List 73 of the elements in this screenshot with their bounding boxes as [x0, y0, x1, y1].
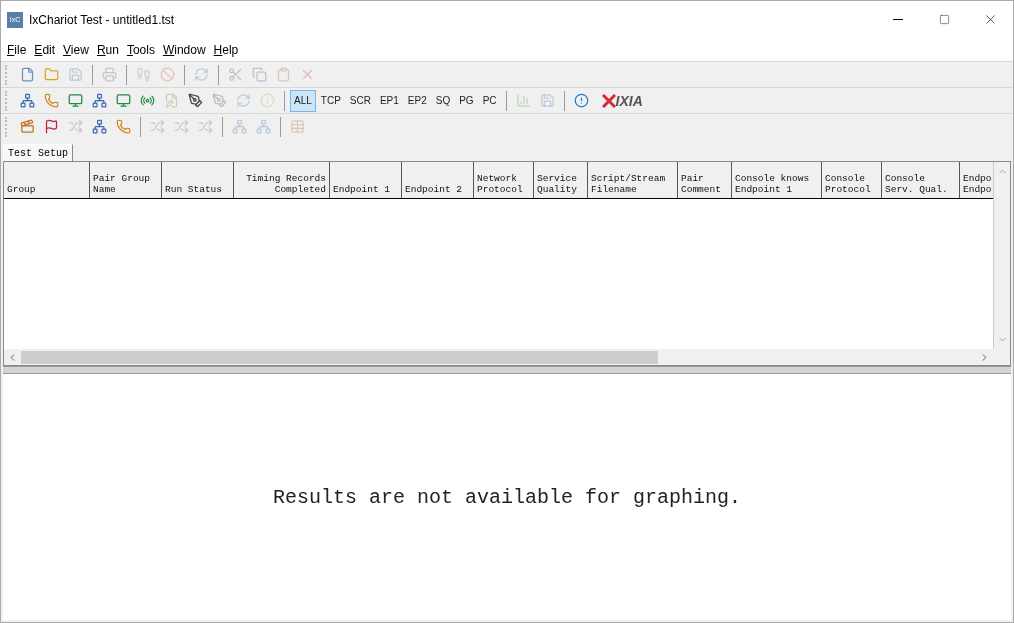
stop-icon: [160, 67, 175, 82]
filter-button[interactable]: EP2: [403, 89, 431, 112]
network-icon: [92, 93, 107, 108]
save-icon: [68, 67, 83, 82]
menu-item[interactable]: File: [3, 40, 31, 59]
phone-icon: [44, 93, 59, 108]
window-title: IxChariot Test - untitled1.tst: [29, 11, 175, 29]
copy-icon: [252, 67, 267, 82]
graph-message: Results are not available for graphing.: [272, 485, 742, 511]
column-header[interactable]: Run Status: [162, 162, 234, 198]
monitor-icon: [68, 93, 83, 108]
network-icon: [256, 119, 271, 134]
logo-text: IXIA: [615, 93, 643, 108]
shuffle-icon: [150, 119, 165, 134]
refresh-icon: [236, 93, 251, 108]
delete-icon: [300, 67, 315, 82]
filter-button[interactable]: TCP: [316, 89, 345, 112]
column-header[interactable]: Pair Group Name: [90, 162, 162, 198]
column-header[interactable]: Script/Stream Filename: [588, 162, 678, 198]
filter-button[interactable]: PC: [478, 89, 501, 112]
column-header[interactable]: Network Protocol: [474, 162, 534, 198]
menu-item[interactable]: Window: [158, 40, 210, 59]
menu-item[interactable]: Tools: [122, 40, 159, 59]
column-header[interactable]: Service Quality: [534, 162, 588, 198]
horizontal-scrollbar[interactable]: [4, 349, 1010, 365]
tab[interactable]: Test Setup: [3, 144, 73, 161]
clapperboard-icon: [20, 119, 35, 134]
filter-button[interactable]: EP1: [375, 89, 403, 112]
column-header[interactable]: Group: [4, 162, 90, 198]
table-icon: [290, 119, 305, 134]
flag-icon: [44, 119, 59, 134]
network-icon: [92, 119, 107, 134]
scroll-thumb[interactable]: [21, 350, 658, 364]
printer-icon: [102, 67, 117, 82]
phone-icon: [116, 119, 131, 134]
menu-item[interactable]: Help: [209, 40, 243, 59]
splitter[interactable]: [3, 366, 1011, 374]
network-icon: [20, 93, 35, 108]
column-header[interactable]: Endpoint 2: [402, 162, 474, 198]
filter-button[interactable]: SCR: [345, 89, 375, 112]
info-icon: [260, 93, 275, 108]
column-header[interactable]: Console knows Endpoint 1: [732, 162, 822, 198]
vertical-scrollbar[interactable]: [993, 162, 1010, 349]
menu-item[interactable]: View: [59, 40, 93, 59]
paste-icon: [276, 67, 291, 82]
column-header[interactable]: Endpo Endpo: [960, 162, 993, 198]
column-header[interactable]: Console Serv. Qual.: [882, 162, 960, 198]
shuffle-icon: [174, 119, 189, 134]
menu-item[interactable]: Run: [92, 40, 123, 59]
filter-button[interactable]: PG: [455, 89, 478, 112]
network-icon: [232, 119, 247, 134]
chart-icon: [515, 93, 531, 108]
x-logo-icon: [601, 93, 616, 108]
shuffle-icon: [68, 119, 83, 134]
shuffle-icon: [198, 119, 213, 134]
filter-button[interactable]: ALL: [290, 89, 316, 112]
refresh-icon: [194, 67, 209, 82]
column-header[interactable]: Pair Comment: [678, 162, 732, 198]
document-icon: [164, 93, 179, 108]
filter-button[interactable]: SQ: [431, 89, 455, 112]
maximize-icon: [938, 14, 950, 25]
file-icon: [20, 67, 35, 82]
save-icon: [539, 93, 555, 108]
monitor-icon: [116, 93, 131, 108]
column-header[interactable]: Endpoint 1: [330, 162, 402, 198]
cut-icon: [228, 67, 243, 82]
info-icon: [573, 93, 589, 108]
column-header[interactable]: Console Protocol: [822, 162, 882, 198]
radio-icon: [140, 93, 155, 108]
minimize-icon: [893, 19, 903, 20]
menu-item[interactable]: Edit: [30, 40, 60, 59]
column-header[interactable]: Timing Records Completed: [234, 162, 330, 198]
folder-icon: [44, 67, 59, 82]
